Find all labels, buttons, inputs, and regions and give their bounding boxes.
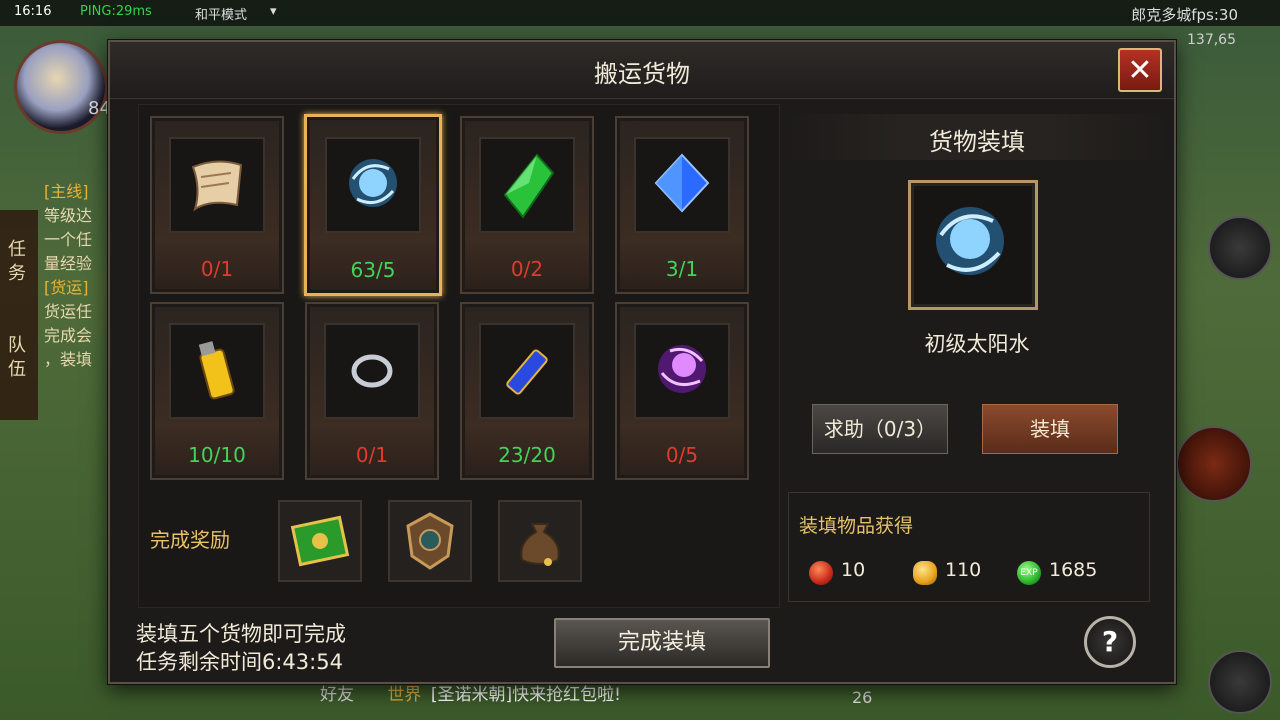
time-remaining: 任务剩余时间6:43:54 bbox=[136, 650, 343, 674]
chat-friend-tab[interactable]: 好友 bbox=[320, 685, 354, 705]
purple-orb-icon bbox=[658, 345, 706, 393]
cargo-slot-selected[interactable]: 63/5 bbox=[304, 114, 442, 296]
help-icon[interactable]: ? bbox=[1084, 616, 1136, 668]
map-fps: 郎克多城fps:30 bbox=[1131, 6, 1238, 24]
move-pad-icon[interactable] bbox=[1208, 216, 1272, 280]
reward-label: 完成奖励 bbox=[150, 528, 230, 552]
tab-team-char: 队 bbox=[8, 335, 26, 356]
exp-icon: EXP bbox=[1017, 561, 1041, 585]
cargo-slot[interactable]: 0/1 bbox=[305, 302, 439, 480]
bronze-badge-icon bbox=[406, 512, 454, 570]
chat-message: [圣诺米朝]快来抢红包啦! bbox=[430, 685, 621, 705]
completion-hint: 装填五个货物即可完成 bbox=[136, 622, 346, 646]
cargo-slot[interactable]: 23/20 bbox=[460, 302, 594, 480]
cargo-slot[interactable]: 0/1 bbox=[150, 116, 284, 294]
hud-counter: 26 bbox=[852, 688, 873, 707]
quest-line: 完成会 bbox=[44, 326, 93, 345]
loading-rewards-box: 装填物品获得 10 110 EXP 1685 bbox=[788, 492, 1150, 602]
blue-orb-icon bbox=[349, 159, 397, 207]
load-button[interactable]: 装填 bbox=[982, 404, 1118, 454]
pk-mode[interactable]: 和平模式 bbox=[195, 4, 247, 23]
close-icon: ✕ bbox=[1127, 53, 1153, 88]
cargo-slot-frame bbox=[479, 137, 575, 233]
cargo-count: 0/2 bbox=[510, 257, 544, 281]
reward-value: 1685 bbox=[1049, 559, 1098, 581]
reward-value: 10 bbox=[841, 559, 866, 581]
cargo-dialog: 搬运货物 ✕ 0/1 63/5 0/2 3/1 10/10 0/1 23/20 … bbox=[108, 40, 1176, 684]
cargo-slot-frame bbox=[634, 323, 730, 419]
quest-line: ，装填 bbox=[44, 350, 93, 369]
reward-slot[interactable] bbox=[498, 500, 582, 582]
selected-item-name: 初级太阳水 bbox=[924, 332, 1030, 356]
cargo-count: 3/1 bbox=[665, 257, 699, 281]
blue-gem-icon bbox=[654, 153, 710, 213]
loading-rewards-title: 装填物品获得 bbox=[799, 515, 914, 537]
reward-slot[interactable] bbox=[278, 500, 362, 582]
tab-task-char: 任 bbox=[8, 239, 26, 260]
quest-line: 量经验 bbox=[44, 254, 93, 273]
cargo-slot-frame bbox=[479, 323, 575, 419]
attack-skill-icon[interactable] bbox=[1176, 426, 1252, 502]
scroll-icon bbox=[191, 160, 243, 212]
cargo-slot[interactable]: 0/2 bbox=[460, 116, 594, 294]
tab-task[interactable]: 任 务 bbox=[8, 238, 30, 286]
cargo-slot[interactable]: 0/5 bbox=[615, 302, 749, 480]
cargo-slot-frame bbox=[634, 137, 730, 233]
help-request-button[interactable]: 求助（0/3） bbox=[812, 404, 948, 454]
close-button[interactable]: ✕ bbox=[1118, 48, 1162, 92]
selected-item-slot bbox=[908, 180, 1038, 310]
refresh-icon[interactable] bbox=[1208, 650, 1272, 714]
red-orb-icon bbox=[809, 561, 833, 585]
green-book-icon bbox=[290, 515, 350, 567]
status-bar: 16:16 PING:29ms 和平模式 ▾ 郎克多城fps:30 bbox=[0, 0, 1280, 26]
tab-team[interactable]: 队 伍 bbox=[8, 334, 30, 382]
quest-tag: [货运] bbox=[44, 278, 89, 297]
map-coordinates: 137,65 bbox=[1187, 32, 1236, 48]
reward-slot[interactable] bbox=[388, 500, 472, 582]
money-bag-icon bbox=[520, 523, 560, 566]
dialog-title: 搬运货物 bbox=[594, 60, 690, 88]
chat-channel: 世界 bbox=[387, 685, 422, 705]
dialog-header: 搬运货物 ✕ bbox=[110, 42, 1174, 99]
avatar[interactable] bbox=[14, 40, 108, 134]
cargo-count: 10/10 bbox=[188, 443, 246, 467]
cargo-slot-frame bbox=[324, 323, 420, 419]
cargo-count: 0/1 bbox=[200, 257, 234, 281]
ping-indicator: PING:29ms bbox=[80, 4, 152, 19]
side-tabs: 任 务 队 伍 bbox=[0, 210, 38, 420]
cargo-count: 63/5 bbox=[350, 258, 396, 282]
reward-value: 110 bbox=[945, 559, 982, 581]
quest-tracker[interactable]: [主线] 等级达 一个任 量经验 [货运] 货运任 完成会 ，装填 bbox=[44, 180, 110, 372]
cargo-count: 0/1 bbox=[355, 443, 389, 467]
cargo-slot-frame bbox=[169, 323, 265, 419]
quest-tag: [主线] bbox=[44, 182, 89, 201]
loading-title: 货物装填 bbox=[929, 128, 1025, 156]
blue-orb-icon bbox=[936, 207, 1004, 275]
clock: 16:16 bbox=[14, 4, 52, 19]
cargo-slot-frame bbox=[325, 137, 421, 233]
cargo-count: 0/5 bbox=[665, 443, 699, 467]
gold-coin-icon bbox=[913, 561, 937, 585]
cargo-slot[interactable]: 3/1 bbox=[615, 116, 749, 294]
quest-line: 货运任 bbox=[44, 302, 93, 321]
quest-line: 等级达 bbox=[44, 206, 93, 225]
cargo-slot[interactable]: 10/10 bbox=[150, 302, 284, 480]
green-crystal-icon bbox=[503, 153, 555, 219]
silver-ring-icon bbox=[351, 354, 393, 388]
tab-task-char: 务 bbox=[8, 263, 26, 284]
complete-loading-button[interactable]: 完成装填 bbox=[554, 618, 770, 668]
quest-line: 一个任 bbox=[44, 230, 93, 249]
yellow-potion-icon bbox=[198, 341, 235, 400]
chevron-down-icon[interactable]: ▾ bbox=[270, 4, 277, 19]
cargo-slot-frame bbox=[169, 137, 265, 233]
cargo-count: 23/20 bbox=[498, 443, 556, 467]
tab-team-char: 伍 bbox=[8, 359, 26, 380]
blue-vial-icon bbox=[506, 349, 548, 395]
